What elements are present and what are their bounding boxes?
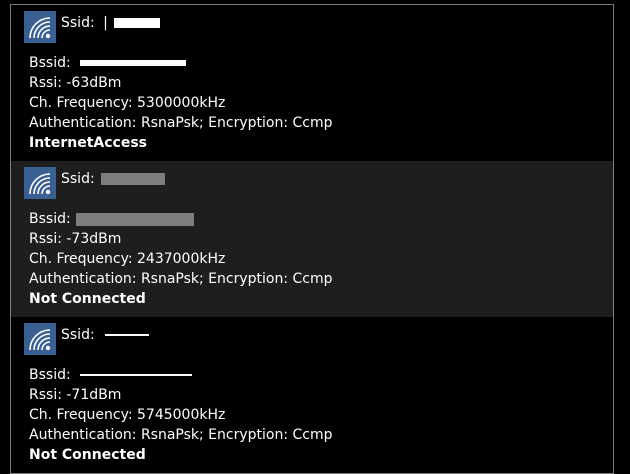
network-item[interactable]: Ssid: Bssid: Rssi: -71dBm Ch. Frequency:…	[11, 317, 613, 473]
security-text: Authentication: RsnaPsk; Encryption: Ccm…	[29, 271, 333, 287]
bssid-row: Bssid:	[29, 209, 333, 229]
security-text: Authentication: RsnaPsk; Encryption: Ccm…	[29, 115, 333, 131]
bssid-label: Bssid:	[29, 367, 71, 383]
ssid-label: Ssid:	[61, 15, 95, 31]
ssid-prefix: |	[103, 15, 108, 31]
bssid-row: Bssid:	[29, 53, 333, 73]
ssid-line: Ssid:	[61, 325, 150, 345]
connection-status: InternetAccess	[29, 135, 148, 151]
network-item[interactable]: Ssid: | Bssid: Rssi: -63dBm Ch. Frequenc…	[11, 5, 613, 161]
ssid-label: Ssid:	[61, 327, 95, 343]
ssid-line: Ssid:	[61, 169, 166, 189]
wifi-icon	[24, 11, 56, 43]
security-text: Authentication: RsnaPsk; Encryption: Ccm…	[29, 427, 333, 443]
bssid-redaction	[76, 212, 195, 226]
rssi-text: Rssi: -71dBm	[29, 387, 122, 403]
bssid-label: Bssid:	[29, 55, 71, 71]
rssi-text: Rssi: -63dBm	[29, 75, 122, 91]
ssid-label: Ssid:	[61, 171, 95, 187]
ssid-redaction	[101, 173, 166, 185]
network-list[interactable]: Ssid: | Bssid: Rssi: -63dBm Ch. Frequenc…	[11, 5, 613, 473]
network-item-selected[interactable]: Ssid: Bssid: Rssi: -73dBm Ch. Frequency:…	[11, 161, 613, 317]
wifi-icon	[24, 167, 56, 199]
frequency-text: Ch. Frequency: 5300000kHz	[29, 95, 226, 111]
ssid-redaction	[105, 334, 150, 336]
bssid-label: Bssid:	[29, 211, 71, 227]
frequency-text: Ch. Frequency: 2437000kHz	[29, 251, 226, 267]
frequency-text: Ch. Frequency: 5745000kHz	[29, 407, 226, 423]
connection-status: Not Connected	[29, 447, 146, 463]
bssid-redaction	[80, 60, 187, 66]
bssid-redaction	[80, 374, 193, 376]
rssi-text: Rssi: -73dBm	[29, 231, 122, 247]
wifi-icon	[24, 323, 56, 355]
connection-status: Not Connected	[29, 291, 146, 307]
ssid-line: Ssid: |	[61, 13, 161, 33]
ssid-redaction	[114, 18, 161, 28]
bssid-row: Bssid:	[29, 365, 333, 385]
